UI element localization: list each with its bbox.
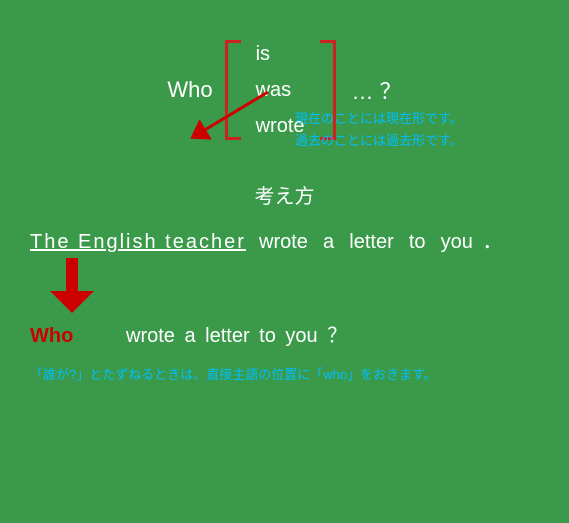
down-arrow-container [50,258,549,313]
bracket-item-is: is [256,38,270,70]
thinking-label: 考え方 [255,186,315,208]
ans-question: ？ [322,319,348,348]
down-arrow-icon [50,258,94,313]
sent-word-a: a [312,231,334,254]
original-sentence: The English teacher wrote a letter to yo… [30,225,539,254]
original-sentence-section: The English teacher wrote a letter to yo… [20,225,549,254]
main-container: Who is was wrote … ？ 現在のことには現在形です。 過去のこと… [0,0,569,523]
ans-to: to [254,325,276,348]
answer-sentence: Who wrote a letter to you ？ [20,319,549,348]
note-text: 現在のことには現在形です。 過去のことには過去形です。 [295,108,463,152]
sent-word-to: to [398,231,426,254]
sent-word-wrote: wrote [248,231,308,254]
thinking-section: 考え方 [20,180,549,209]
ans-you: you [280,325,318,348]
ans-wrote: wrote [126,325,175,348]
who-answer: Who [30,325,120,348]
ellipsis-question: … ？ [352,74,402,106]
ans-a: a [179,325,196,348]
sent-word-letter: letter [338,231,394,254]
note-line2: 過去のことには過去形です。 [295,133,463,148]
ans-letter: letter [200,325,250,348]
diagonal-arrow-svg [168,82,288,142]
bottom-note: 「誰が?」とたずねるときは、直接主語の位置に「who」をおきます。 [20,364,549,383]
note-line1: 現在のことには現在形です。 [295,111,463,126]
sent-word-you: you [430,231,473,254]
sent-word-period: ． [477,225,503,254]
underlined-subject: The English teacher [30,231,246,254]
